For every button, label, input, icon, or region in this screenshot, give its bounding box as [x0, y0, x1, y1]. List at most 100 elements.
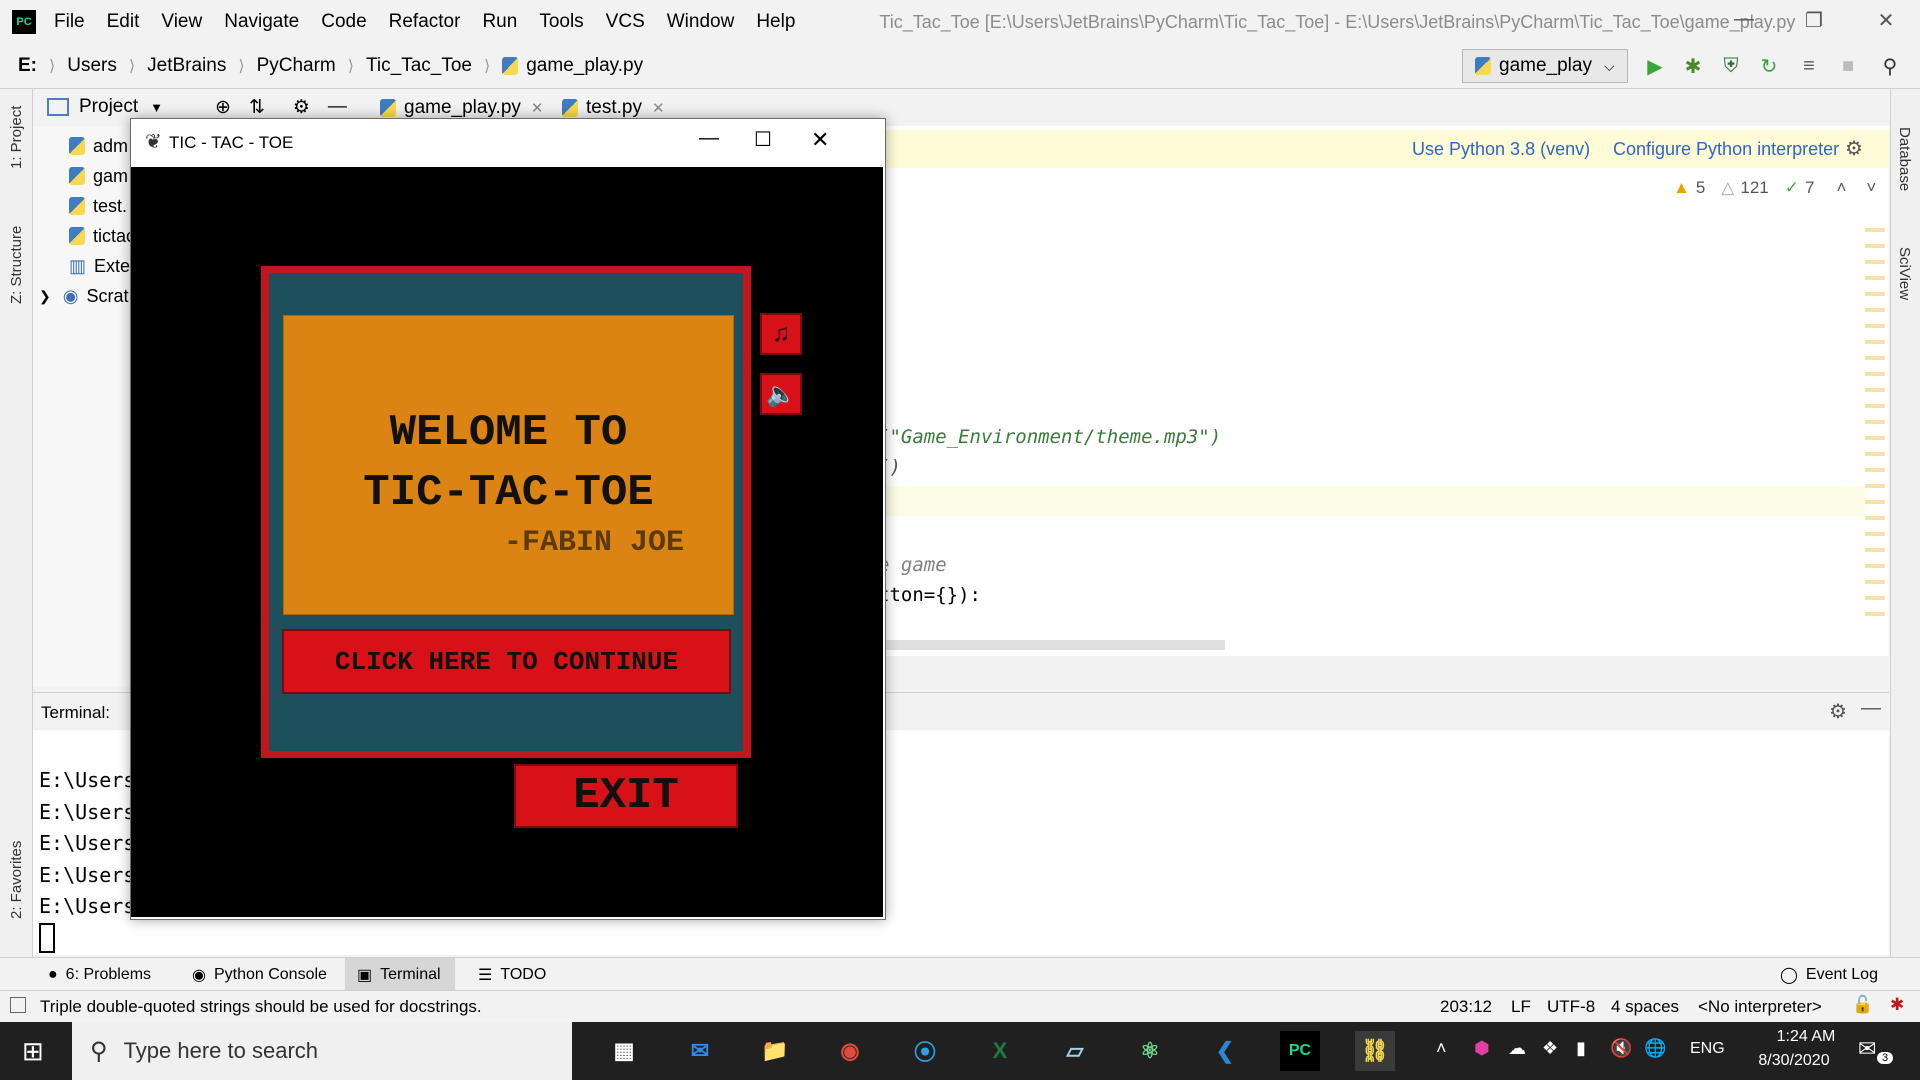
menu-file[interactable]: File — [54, 11, 85, 33]
breadcrumb-file[interactable]: game_play.py — [526, 55, 643, 77]
pycharm-taskbar-icon[interactable]: PC — [1280, 1031, 1320, 1071]
dropbox-icon[interactable]: ❖ — [1542, 1038, 1558, 1059]
use-python-link[interactable]: Use Python 3.8 (venv) — [1412, 139, 1590, 160]
mail-icon[interactable]: ✉ — [680, 1031, 720, 1071]
excel-icon[interactable]: X — [980, 1031, 1020, 1071]
search-icon[interactable]: ⚲ — [1878, 54, 1902, 78]
chevron-up-icon[interactable]: ˄ — [1836, 178, 1846, 198]
favorites-tool-tab[interactable]: 2: Favorites — [8, 841, 25, 919]
menu-refactor[interactable]: Refactor — [389, 11, 461, 33]
tab-problems[interactable]: ● 6: Problems — [48, 958, 151, 991]
exit-button[interactable]: EXIT — [514, 764, 738, 828]
caret-position[interactable]: 203:12 — [1440, 997, 1492, 1017]
tree-item[interactable]: tictac — [69, 222, 135, 250]
game-minimize-icon[interactable]: — — [699, 127, 719, 150]
indent-setting[interactable]: 4 spaces — [1611, 997, 1679, 1017]
gear-icon[interactable]: ⚙ — [1829, 699, 1847, 724]
game-close-icon[interactable]: ✕ — [811, 127, 829, 153]
error-stripe[interactable] — [1865, 216, 1885, 616]
menu-run[interactable]: Run — [482, 11, 517, 33]
breadcrumb-users[interactable]: Users — [67, 55, 117, 77]
menu-edit[interactable]: Edit — [107, 11, 140, 33]
clock-time[interactable]: 1:24 AM — [1766, 1028, 1846, 1046]
ide-close-icon[interactable]: ✕ — [1866, 8, 1906, 33]
horizontal-scrollbar[interactable] — [875, 640, 1225, 650]
tab-terminal[interactable]: ▣ Terminal — [345, 958, 455, 991]
tab-python-console[interactable]: ◉ Python Console — [192, 958, 327, 991]
python-taskbar-icon[interactable]: ⛓ — [1355, 1031, 1395, 1071]
configure-interpreter-link[interactable]: Configure Python interpreter — [1613, 139, 1839, 160]
breadcrumb-drive[interactable]: E: — [18, 55, 37, 77]
game-maximize-icon[interactable]: ☐ — [754, 127, 772, 152]
coverage-icon[interactable]: ⛨ — [1719, 54, 1743, 78]
run-config-select[interactable]: game_play ⌵ — [1462, 49, 1628, 83]
menu-window[interactable]: Window — [667, 11, 735, 33]
file-explorer-icon[interactable]: 📁 — [755, 1031, 795, 1071]
vscode-icon[interactable]: ❮ — [1205, 1031, 1245, 1071]
structure-tool-tab[interactable]: Z: Structure — [8, 226, 25, 304]
debug-icon[interactable]: ✱ — [1681, 54, 1705, 78]
stop-icon[interactable]: ■ — [1836, 54, 1860, 78]
taskbar-search-input[interactable]: ⚲ Type here to search — [72, 1022, 572, 1080]
language-indicator[interactable]: ENG — [1690, 1040, 1725, 1058]
ide-minimize-icon[interactable]: — — [1724, 8, 1764, 31]
close-icon[interactable]: ✕ — [652, 99, 665, 117]
error-indicator-icon[interactable]: ✱ — [1890, 995, 1904, 1015]
locate-icon[interactable]: ⊕ — [215, 96, 231, 119]
atom-icon[interactable]: ⚛ — [1130, 1031, 1170, 1071]
chevron-right-icon[interactable]: ❯ — [39, 288, 51, 305]
continue-button[interactable]: CLICK HERE TO CONTINUE — [282, 629, 731, 694]
ide-restore-icon[interactable]: ❐ — [1794, 8, 1834, 33]
collapse-icon[interactable]: ⇅ — [249, 96, 265, 119]
breadcrumb-jetbrains[interactable]: JetBrains — [147, 55, 226, 77]
inspection-widget[interactable]: ▲ 5 △ 121 ✓ 7 ˄ ˅ — [1673, 178, 1876, 198]
tree-item[interactable]: gam — [69, 162, 128, 190]
hide-icon[interactable]: — — [1861, 697, 1881, 720]
status-toggle-icon[interactable] — [10, 997, 26, 1013]
chrome-icon[interactable]: ◉ — [830, 1031, 870, 1071]
battery-icon[interactable]: ▮ — [1576, 1038, 1586, 1059]
volume-muted-icon[interactable]: 🔇 — [1610, 1038, 1632, 1059]
run-icon[interactable]: ▶ — [1643, 54, 1667, 78]
database-tool-tab[interactable]: Database — [1896, 127, 1913, 191]
lock-icon[interactable]: 🔓 — [1852, 995, 1873, 1015]
menu-navigate[interactable]: Navigate — [224, 11, 299, 33]
task-view-icon[interactable]: ▦ — [604, 1031, 644, 1071]
profile-icon[interactable]: ↻ — [1757, 54, 1781, 78]
gear-icon[interactable]: ⚙ — [1845, 136, 1863, 161]
chevron-up-icon[interactable]: ˄ — [1436, 1038, 1447, 1059]
menu-help[interactable]: Help — [756, 11, 795, 33]
chevron-down-icon[interactable]: ˅ — [1866, 178, 1876, 198]
chevron-down-icon[interactable]: ▼ — [150, 100, 163, 115]
tab-todo[interactable]: ☰ TODO — [478, 958, 546, 991]
onedrive-icon[interactable]: ☁ — [1508, 1038, 1526, 1059]
windows-start-icon[interactable]: ⊞ — [22, 1036, 44, 1067]
gear-icon[interactable]: ⚙ — [293, 96, 310, 119]
app-tray-icon[interactable]: ⬢ — [1474, 1038, 1490, 1059]
menu-vcs[interactable]: VCS — [606, 11, 645, 33]
tree-item[interactable]: ▥ Exter — [69, 252, 136, 280]
edge-icon[interactable]: ⦿ — [905, 1031, 945, 1071]
hide-icon[interactable]: — — [328, 96, 347, 118]
tree-item[interactable]: adm — [69, 132, 128, 160]
breadcrumb-project[interactable]: Tic_Tac_Toe — [366, 55, 472, 77]
close-icon[interactable]: ✕ — [531, 99, 544, 117]
sound-toggle-icon[interactable]: 🔈 — [760, 373, 802, 415]
tree-item[interactable]: ❯ ◉ Scrat — [39, 282, 128, 310]
file-encoding[interactable]: UTF-8 — [1547, 997, 1595, 1017]
build-icon[interactable]: ≡ — [1797, 54, 1821, 78]
menu-view[interactable]: View — [161, 11, 202, 33]
sciview-tool-tab[interactable]: SciView — [1896, 247, 1913, 300]
notification-icon[interactable]: ✉ — [1858, 1036, 1876, 1062]
notes-app-icon[interactable]: ▱ — [1055, 1031, 1095, 1071]
tree-item[interactable]: test. — [69, 192, 127, 220]
breadcrumb-pycharm[interactable]: PyCharm — [257, 55, 336, 77]
music-toggle-icon[interactable]: ♫ — [760, 313, 802, 355]
project-tool-tab[interactable]: 1: Project — [8, 106, 25, 169]
project-view-label[interactable]: Project — [79, 96, 138, 118]
clock-date[interactable]: 8/30/2020 — [1744, 1052, 1844, 1070]
interpreter-status[interactable]: <No interpreter> — [1698, 997, 1822, 1017]
event-log-button[interactable]: ◯ Event Log — [1780, 958, 1878, 991]
menu-code[interactable]: Code — [321, 11, 366, 33]
network-icon[interactable]: 🌐 — [1644, 1038, 1666, 1059]
